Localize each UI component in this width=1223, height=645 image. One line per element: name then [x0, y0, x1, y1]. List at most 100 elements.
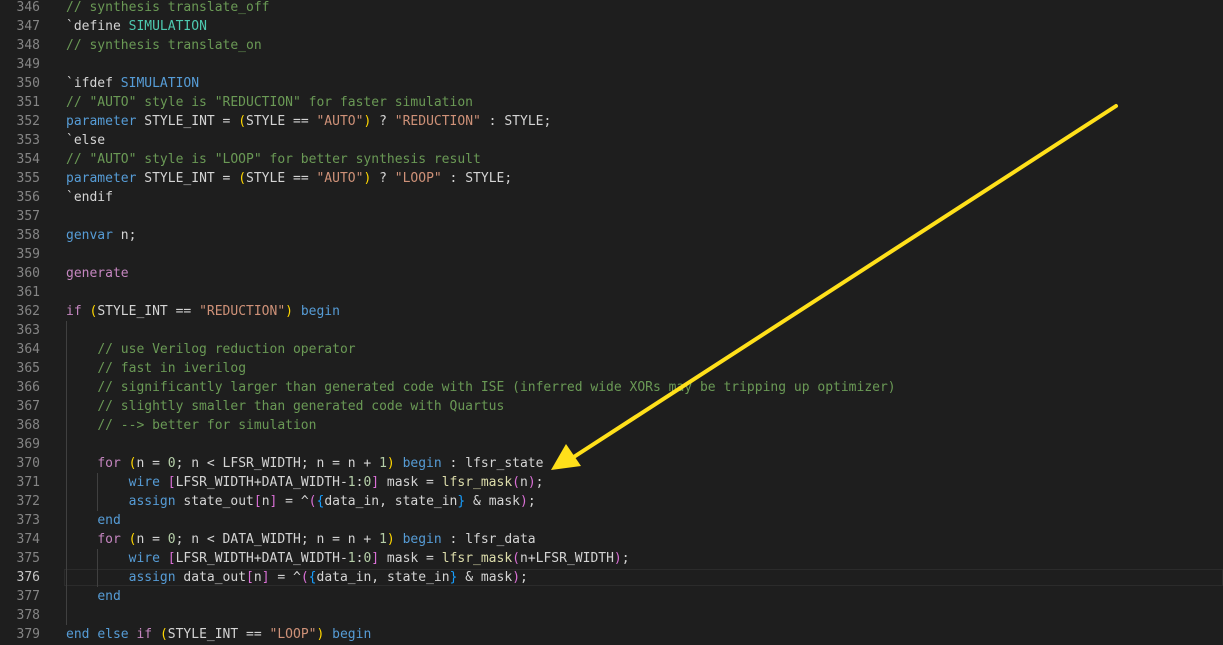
code-token: n; — [112, 228, 137, 243]
line-number: 378 — [16, 608, 40, 623]
code-line[interactable]: 350 `ifdef SIMULATION — [0, 74, 1223, 93]
code-token: & mask — [465, 494, 521, 509]
code-line[interactable]: 373 end — [0, 511, 1223, 530]
code-line[interactable]: 356 `endif — [0, 188, 1223, 207]
line-number: 349 — [16, 57, 40, 72]
line-code: end else if (STYLE_INT == "LOOP") begin — [66, 625, 371, 644]
code-token: ; — [535, 475, 544, 490]
indent-guide-inner-1 — [97, 473, 98, 511]
code-line[interactable]: 361 — [0, 283, 1223, 302]
code-line[interactable]: 379 end else if (STYLE_INT == "LOOP") beg… — [0, 625, 1223, 644]
code-token: begin — [332, 627, 372, 642]
code-token: "AUTO" — [316, 171, 364, 186]
code-token: data_in, state_in — [316, 570, 450, 585]
code-token: ; — [621, 551, 630, 566]
code-line[interactable]: 349 — [0, 55, 1223, 74]
code-token: if — [66, 304, 82, 319]
line-code: wire [LFSR_WIDTH+DATA_WIDTH-1:0] mask = … — [66, 549, 630, 568]
code-line[interactable]: 374 for (n = 0; n < DATA_WIDTH; n = n + … — [0, 530, 1223, 549]
code-line[interactable]: 371 wire [LFSR_WIDTH+DATA_WIDTH-1:0] mas… — [0, 473, 1223, 492]
code-token: ; — [520, 570, 528, 585]
code-token: `ifdef — [66, 76, 121, 91]
line-number: 368 — [16, 418, 40, 433]
line-number: 364 — [16, 342, 40, 357]
code-token: `else — [66, 133, 106, 148]
line-number: 362 — [16, 304, 40, 319]
code-line[interactable]: 366 // significantly larger than generat… — [0, 378, 1223, 397]
line-number: 361 — [16, 285, 40, 300]
code-token: 0 — [167, 456, 176, 471]
code-token: // significantly larger than generated c… — [97, 380, 896, 395]
code-line[interactable]: 377 end — [0, 587, 1223, 606]
code-token: for — [97, 456, 121, 471]
code-line[interactable]: 364 // use Verilog reduction operator — [0, 340, 1223, 359]
code-token: ( — [308, 494, 317, 509]
code-line[interactable]: 354 // "AUTO" style is "LOOP" for better … — [0, 150, 1223, 169]
code-line[interactable]: 348 // synthesis translate_on — [0, 36, 1223, 55]
code-line[interactable]: 368 // --> better for simulation — [0, 416, 1223, 435]
line-number: 350 — [16, 76, 40, 91]
code-token: ) — [512, 570, 521, 585]
line-code: generate — [66, 264, 129, 283]
code-line[interactable]: 362 if (STYLE_INT == "REDUCTION") begin — [0, 302, 1223, 321]
line-code: // use Verilog reduction operator — [66, 340, 355, 359]
code-token: ) — [285, 304, 293, 319]
code-token: begin — [300, 304, 340, 319]
code-token: = ^ — [277, 494, 309, 509]
code-token: & mask — [457, 570, 513, 585]
line-code: if (STYLE_INT == "REDUCTION") begin — [66, 302, 340, 321]
code-line[interactable]: 352 parameter STYLE_INT = (STYLE == "AUTO… — [0, 112, 1223, 131]
code-token: // "AUTO" style is "LOOP" for better syn… — [66, 152, 481, 167]
code-line[interactable]: 370 for (n = 0; n < LFSR_WIDTH; n = n + … — [0, 454, 1223, 473]
code-token: data_in, state_in — [324, 494, 458, 509]
code-line[interactable]: 367 // slightly smaller than generated c… — [0, 397, 1223, 416]
code-line[interactable]: 365 // fast in iverilog — [0, 359, 1223, 378]
code-line[interactable]: 378 — [0, 606, 1223, 625]
code-line[interactable]: 372 assign state_out[n] = ^({data_in, st… — [0, 492, 1223, 511]
code-token: [ — [167, 475, 176, 490]
line-code: // slightly smaller than generated code … — [66, 397, 504, 416]
line-number: 346 — [16, 0, 40, 15]
code-editor[interactable]: 346 // synthesis translate_off 347 `define … — [0, 0, 1223, 645]
code-token: data_out — [175, 570, 247, 585]
line-number: 370 — [16, 456, 40, 471]
code-token: LFSR_WIDTH+DATA_WIDTH- — [175, 475, 348, 490]
code-token: ( — [238, 114, 247, 129]
line-code: genvar n; — [66, 226, 136, 245]
code-line[interactable]: 369 — [0, 435, 1223, 454]
code-token: `define — [66, 19, 129, 34]
code-line[interactable]: 351 // "AUTO" style is "REDUCTION" for fa… — [0, 93, 1223, 112]
code-line[interactable]: 347 `define SIMULATION — [0, 17, 1223, 36]
code-line[interactable]: 376 assign data_out[n] = ^({data_in, sta… — [0, 568, 1223, 587]
code-token: ( — [238, 171, 247, 186]
code-line[interactable]: 359 — [0, 245, 1223, 264]
code-line[interactable]: 375 wire [LFSR_WIDTH+DATA_WIDTH-1:0] mas… — [0, 549, 1223, 568]
code-token: n+LFSR_WIDTH — [520, 551, 614, 566]
code-line[interactable]: 346 // synthesis translate_off — [0, 0, 1223, 17]
code-token: // "AUTO" style is "REDUCTION" for faste… — [66, 95, 473, 110]
code-token: : STYLE; — [480, 114, 552, 129]
code-token: n = — [136, 456, 168, 471]
code-line[interactable]: 353 `else — [0, 131, 1223, 150]
code-line[interactable]: 363 — [0, 321, 1223, 340]
line-code: for (n = 0; n < LFSR_WIDTH; n = n + 1) b… — [66, 454, 543, 473]
code-line[interactable]: 355 parameter STYLE_INT = (STYLE == "AUTO… — [0, 169, 1223, 188]
code-line[interactable]: 357 — [0, 207, 1223, 226]
line-number: 373 — [16, 513, 40, 528]
code-token: = ^ — [269, 570, 301, 585]
line-code: `endif — [66, 188, 113, 207]
line-code: // significantly larger than generated c… — [66, 378, 896, 397]
code-token: { — [308, 570, 317, 585]
code-line[interactable]: 360 generate — [0, 264, 1223, 283]
code-token: STYLE_INT = — [136, 171, 239, 186]
code-token: assign — [128, 570, 176, 585]
line-code: parameter STYLE_INT = (STYLE == "AUTO") … — [66, 169, 512, 188]
code-token: "REDUCTION" — [394, 114, 481, 129]
code-line[interactable]: 358 genvar n; — [0, 226, 1223, 245]
code-token: // --> better for simulation — [97, 418, 317, 433]
